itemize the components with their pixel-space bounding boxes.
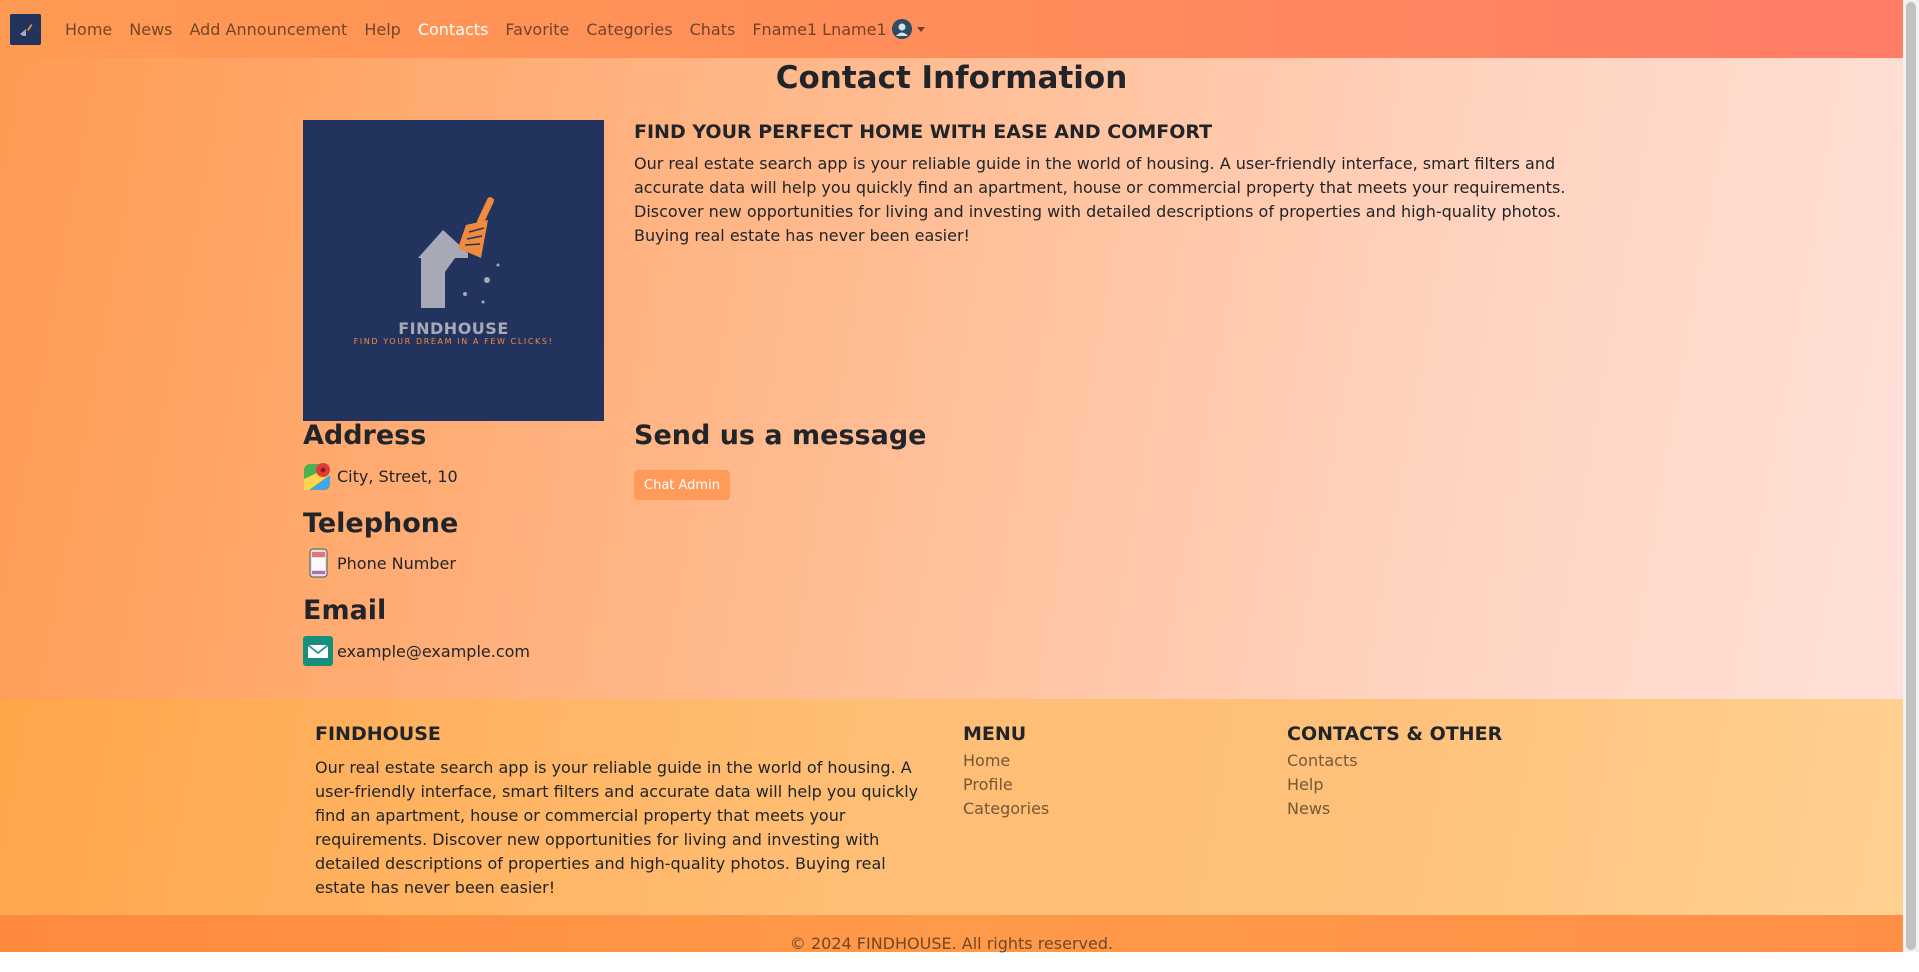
brand-logo[interactable] — [10, 14, 41, 45]
nav-link-contacts[interactable]: Contacts — [418, 20, 489, 39]
address-heading: Address — [303, 420, 427, 451]
footer-link-news[interactable]: News — [1287, 797, 1358, 821]
email-row: example@example.com — [303, 636, 530, 666]
footer-link-help[interactable]: Help — [1287, 773, 1358, 797]
logo-brand-name: FINDHOUSE — [398, 319, 509, 338]
footer-brand-text: Our real estate search app is your relia… — [315, 758, 919, 897]
send-message-heading: Send us a message — [634, 420, 927, 451]
scrollbar-thumb[interactable] — [1906, 2, 1916, 950]
logo-tagline: FIND YOUR DREAM IN A FEW CLICKS! — [353, 337, 554, 346]
telephone-heading: Telephone — [303, 508, 459, 539]
nav-link-categories[interactable]: Categories — [586, 20, 672, 39]
chat-admin-button[interactable]: Chat Admin — [634, 470, 730, 500]
nav-link-home[interactable]: Home — [65, 20, 112, 39]
copyright-bar: © 2024 FINDHOUSE. All rights reserved. — [0, 915, 1903, 953]
envelope-icon — [303, 636, 333, 666]
page-title: Contact Information — [775, 60, 1128, 96]
telephone-value: Phone Number — [337, 553, 456, 573]
about-text: Our real estate search app is your relia… — [634, 154, 1566, 245]
copyright-text: © 2024 FINDHOUSE. All rights reserved. — [789, 934, 1114, 953]
nav-link-news[interactable]: News — [129, 20, 172, 39]
user-menu-dropdown[interactable]: Fname1 Lname1 — [752, 19, 925, 39]
nav-link-favorite[interactable]: Favorite — [505, 20, 569, 39]
footer-contacts-heading: CONTACTS & OTHER — [1287, 723, 1503, 745]
chevron-down-icon — [916, 26, 925, 32]
footer-link-home[interactable]: Home — [963, 749, 1049, 773]
footer-menu-heading: MENU — [963, 723, 1027, 745]
nav-link-add-announcement[interactable]: Add Announcement — [189, 20, 347, 39]
telephone-row: Phone Number — [303, 548, 456, 578]
footer-link-categories[interactable]: Categories — [963, 797, 1049, 821]
page-scrollbar[interactable] — [1903, 0, 1919, 952]
nav-links: Home News Add Announcement Help Contacts… — [65, 0, 925, 58]
footer-menu-list: Home Profile Categories — [963, 749, 1049, 821]
user-avatar-icon — [891, 19, 912, 39]
broom-house-icon — [418, 197, 500, 308]
broom-house-icon — [19, 23, 32, 36]
footer-brand-heading: FINDHOUSE — [315, 723, 441, 745]
nav-link-help[interactable]: Help — [364, 20, 400, 39]
map-pin-icon — [303, 461, 333, 491]
footer-link-contacts[interactable]: Contacts — [1287, 749, 1358, 773]
top-navbar: Home News Add Announcement Help Contacts… — [0, 0, 1903, 58]
site-footer: FINDHOUSE Our real estate search app is … — [0, 699, 1903, 915]
nav-link-chats[interactable]: Chats — [690, 20, 736, 39]
address-row: City, Street, 10 — [303, 461, 458, 491]
address-value: City, Street, 10 — [337, 466, 458, 486]
email-value[interactable]: example@example.com — [337, 642, 530, 661]
user-name: Fname1 Lname1 — [752, 19, 887, 39]
about-heading: FIND YOUR PERFECT HOME WITH EASE AND COM… — [634, 121, 1213, 143]
footer-link-profile[interactable]: Profile — [963, 773, 1049, 797]
email-heading: Email — [303, 595, 387, 626]
mobile-phone-icon — [303, 548, 333, 578]
footer-contacts-list: Contacts Help News — [1287, 749, 1358, 821]
findhouse-logo-image: FINDHOUSE FIND YOUR DREAM IN A FEW CLICK… — [303, 120, 604, 421]
